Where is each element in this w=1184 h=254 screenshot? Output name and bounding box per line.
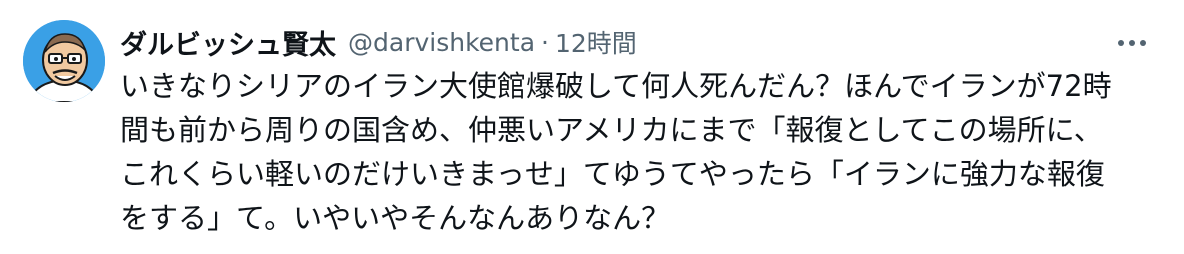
tweet-timestamp[interactable]: 12時間	[555, 24, 637, 60]
tweet-text: いきなりシリアのイラン大使館爆破して何人死んだん？ほんでイランが72時 間も前か…	[120, 64, 1160, 240]
tweet-text-line: をする」て。いやいやそんなんありなん？	[120, 201, 671, 235]
tweet-header: ダルビッシュ賢太 @darvishkenta · 12時間	[120, 22, 637, 62]
separator-dot: ·	[541, 27, 549, 57]
tweet-text-line: これくらい軽いのだけいきまっせ」てゆうてやったら「イランに強力な報復	[120, 157, 1105, 191]
tweet-text-line: 間も前から周りの国含め、仲悪いアメリカにまで「報復としてこの場所に、	[120, 113, 1103, 147]
tweet-text-line: いきなりシリアのイラン大使館爆破して何人死んだん？ほんでイランが72時	[120, 69, 1112, 103]
author-display-name[interactable]: ダルビッシュ賢太	[120, 23, 336, 62]
author-handle[interactable]: @darvishkenta	[348, 28, 535, 57]
more-options-button[interactable]	[1112, 26, 1152, 60]
author-avatar[interactable]	[23, 20, 105, 102]
tweet-card[interactable]: ダルビッシュ賢太 @darvishkenta · 12時間 いきなりシリアのイラ…	[0, 0, 1184, 254]
more-options-icon	[1118, 40, 1146, 46]
cartoon-face-avatar-icon	[23, 20, 105, 102]
